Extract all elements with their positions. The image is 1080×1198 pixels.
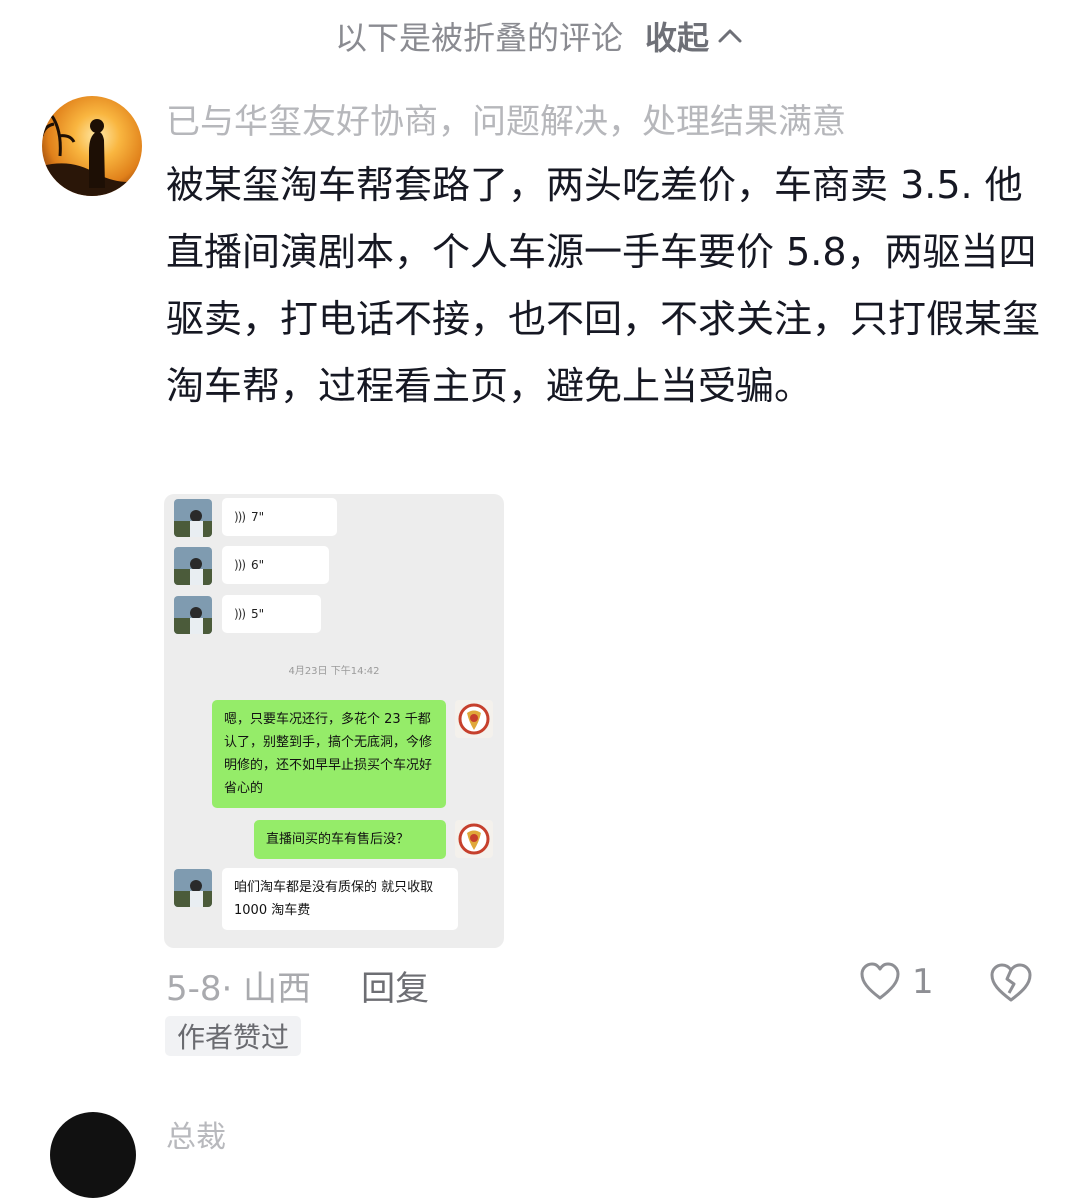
- commenter-nickname[interactable]: 已与华玺友好协商，问题解决，处理结果满意: [166, 94, 846, 143]
- comment-meta: 5-8· 山西 回复: [166, 960, 429, 1010]
- heart-outline-icon: [860, 962, 900, 1000]
- voice-message[interactable]: ))) 7": [222, 498, 337, 536]
- reply-button[interactable]: 回复: [361, 961, 429, 1010]
- avatar[interactable]: [42, 96, 142, 196]
- collapse-button[interactable]: 收起: [645, 13, 745, 59]
- chat-timestamp: 4月23日 下午14:42: [288, 666, 380, 677]
- chat-avatar-right: [455, 700, 493, 738]
- chat-screenshot-image[interactable]: ))) 7" ))) 6" ))) 5" 4月23日 下午14:42 嗯，只要车…: [164, 494, 504, 948]
- avatar-image: [42, 96, 142, 196]
- folded-comments-bar: 以下是被折叠的评论 收起: [0, 0, 1080, 72]
- chat-avatar-left: [174, 499, 212, 537]
- chat-message-sent: 直播间买的车有售后没？: [254, 820, 446, 859]
- voice-duration: 6": [251, 558, 265, 572]
- chat-avatar-left: [174, 596, 212, 634]
- chat-message-sent: 嗯，只要车况还行，多花个 23 千都认了，别整到手，搞个无底洞，今修明修的，还不…: [212, 700, 446, 808]
- like-count: 1: [912, 962, 934, 1002]
- comment-date-location: 5-8· 山西: [166, 968, 312, 1009]
- collapse-label: 收起: [645, 19, 710, 57]
- dislike-button[interactable]: [988, 960, 1034, 1010]
- chat-avatar-right: [455, 820, 493, 858]
- chat-message-received: 咱们淘车都是没有质保的 就只收取1000 淘车费: [222, 868, 458, 930]
- folded-comments-label: 以下是被折叠的评论: [334, 19, 623, 57]
- voice-wave-icon: ))): [234, 607, 246, 621]
- chat-avatar-left: [174, 869, 212, 907]
- next-comment-avatar[interactable]: [50, 1112, 136, 1198]
- author-liked-badge: 作者赞过: [165, 1016, 302, 1056]
- voice-wave-icon: ))): [234, 510, 246, 524]
- chevron-up-icon: [718, 29, 742, 43]
- next-comment-nickname[interactable]: 总裁: [166, 1112, 226, 1156]
- voice-duration: 5": [251, 607, 265, 621]
- voice-message[interactable]: ))) 6": [222, 546, 329, 584]
- broken-heart-icon: [990, 963, 1032, 1002]
- voice-duration: 7": [251, 510, 265, 524]
- voice-wave-icon: ))): [234, 558, 246, 572]
- voice-message[interactable]: ))) 5": [222, 595, 321, 633]
- comment-body: 被某玺淘车帮套路了，两头吃差价，车商卖 3.5. 他直播间演剧本，个人车源一手车…: [166, 163, 1041, 408]
- chat-avatar-left: [174, 547, 212, 585]
- like-button[interactable]: 1: [858, 960, 934, 1004]
